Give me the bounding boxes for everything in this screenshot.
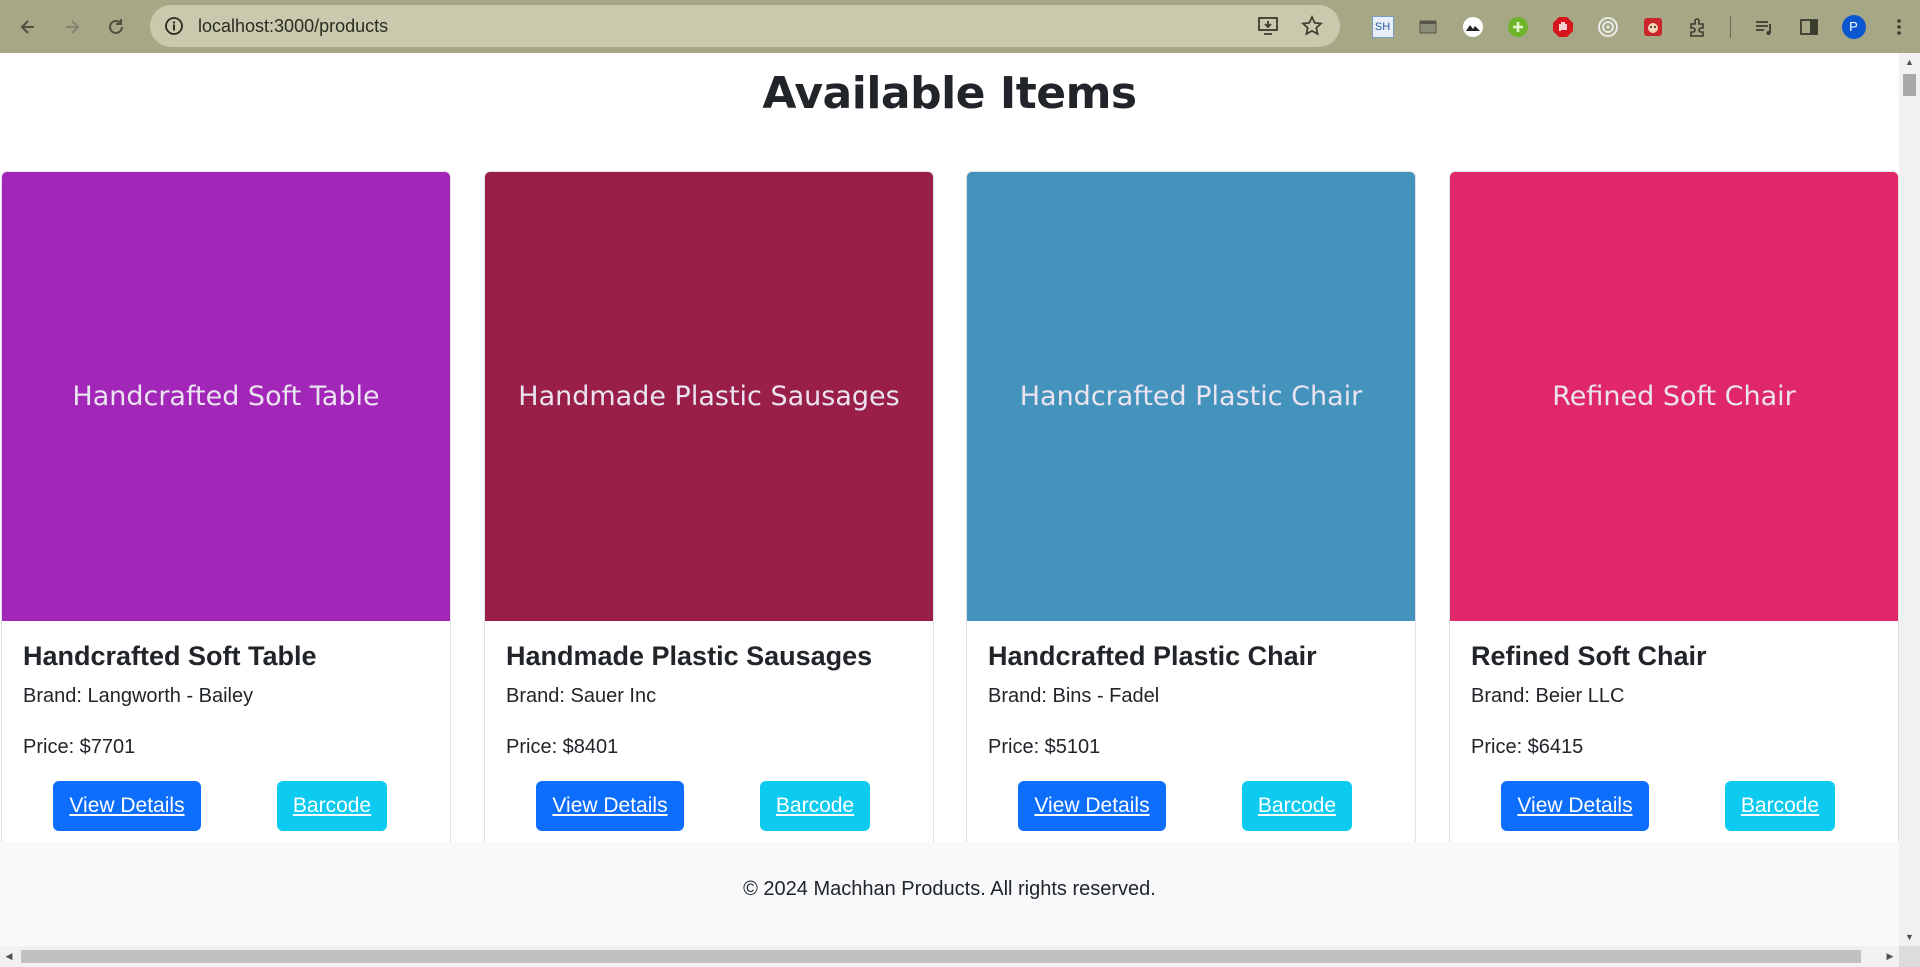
green-plus-extension-icon[interactable]: [1495, 0, 1540, 53]
product-card-body: Handcrafted Plastic Chair Brand: Bins - …: [967, 641, 1415, 833]
browser-menu-icon[interactable]: [1876, 0, 1920, 53]
view-details-button[interactable]: View Details: [1018, 781, 1166, 831]
target-extension-icon[interactable]: [1585, 0, 1630, 53]
toolbar-divider: [1730, 15, 1731, 38]
product-title: Handmade Plastic Sausages: [506, 641, 873, 671]
product-actions: View Details Barcode: [988, 781, 1394, 833]
side-panel-icon[interactable]: [1786, 0, 1831, 53]
red-bug-extension-icon[interactable]: [1630, 0, 1675, 53]
view-details-button[interactable]: View Details: [53, 781, 201, 831]
product-actions: View Details Barcode: [506, 781, 912, 833]
product-image: Handcrafted Plastic Chair: [967, 172, 1415, 621]
product-image: Handcrafted Soft Table: [2, 172, 450, 621]
sh-extension-icon[interactable]: SH: [1360, 0, 1405, 53]
product-actions: View Details Barcode: [23, 781, 429, 833]
profile-avatar[interactable]: P: [1831, 0, 1876, 53]
product-card-body: Handmade Plastic Sausages Brand: Sauer I…: [485, 641, 933, 833]
footer-copyright: © 2024 Machhan Products. All rights rese…: [743, 877, 1156, 900]
product-price: Price: $8401: [506, 736, 619, 758]
scroll-up-icon[interactable]: ▲: [1899, 53, 1920, 71]
address-bar[interactable]: localhost:3000/products: [150, 5, 1340, 47]
vertical-scrollbar[interactable]: ▲ ▼: [1899, 53, 1920, 946]
page-title: Available Items: [762, 68, 1137, 119]
scroll-left-icon[interactable]: ◀: [0, 946, 18, 967]
product-card: Handcrafted Soft Table Handcrafted Soft …: [1, 171, 451, 871]
barcode-button[interactable]: Barcode: [1242, 781, 1352, 831]
product-price: Price: $5101: [988, 736, 1101, 758]
page-viewport: Available Items Handcrafted Soft Table H…: [0, 53, 1899, 946]
product-image: Refined Soft Chair: [1450, 172, 1898, 621]
profile-initial: P: [1841, 14, 1866, 39]
tab-manager-icon[interactable]: [1405, 0, 1450, 53]
scroll-right-icon[interactable]: ▶: [1881, 946, 1899, 967]
product-card: Handcrafted Plastic Chair Handcrafted Pl…: [966, 171, 1416, 871]
product-card: Handmade Plastic Sausages Handmade Plast…: [484, 171, 934, 871]
extensions-bar: SH P: [1360, 0, 1920, 53]
product-title: Refined Soft Chair: [1471, 641, 1707, 671]
product-brand: Brand: Bins - Fadel: [988, 685, 1160, 707]
back-icon[interactable]: [6, 5, 50, 49]
barcode-button[interactable]: Barcode: [1725, 781, 1835, 831]
product-card-body: Refined Soft Chair Brand: Beier LLC Pric…: [1450, 641, 1898, 833]
product-price: Price: $7701: [23, 736, 136, 758]
puzzle-extensions-icon[interactable]: [1675, 0, 1720, 53]
site-info-icon[interactable]: [162, 14, 186, 38]
bookmark-star-icon[interactable]: [1300, 14, 1324, 38]
view-details-button[interactable]: View Details: [536, 781, 684, 831]
product-image-text: Handmade Plastic Sausages: [518, 381, 900, 412]
product-title: Handcrafted Plastic Chair: [988, 641, 1317, 671]
horizontal-scrollbar[interactable]: ◀ ▶: [0, 946, 1899, 967]
sh-extension-label: SH: [1371, 15, 1394, 38]
page-footer: © 2024 Machhan Products. All rights rese…: [0, 842, 1899, 946]
product-brand: Brand: Langworth - Bailey: [23, 685, 254, 707]
product-image: Handmade Plastic Sausages: [485, 172, 933, 621]
product-image-text: Refined Soft Chair: [1552, 381, 1796, 412]
install-app-icon[interactable]: [1256, 14, 1280, 38]
reload-icon[interactable]: [94, 5, 138, 49]
media-queue-icon[interactable]: [1741, 0, 1786, 53]
mountain-extension-icon[interactable]: [1450, 0, 1495, 53]
product-price: Price: $6415: [1471, 736, 1584, 758]
browser-toolbar: localhost:3000/products SH P: [0, 0, 1920, 53]
barcode-button[interactable]: Barcode: [277, 781, 387, 831]
product-grid: Handcrafted Soft Table Handcrafted Soft …: [1, 171, 1899, 871]
product-card-body: Handcrafted Soft Table Brand: Langworth …: [2, 641, 450, 833]
product-actions: View Details Barcode: [1471, 781, 1877, 833]
product-image-text: Handcrafted Plastic Chair: [1019, 381, 1363, 412]
forward-icon[interactable]: [50, 5, 94, 49]
product-title: Handcrafted Soft Table: [23, 641, 317, 671]
product-image-text: Handcrafted Soft Table: [72, 381, 380, 412]
adblock-hand-icon[interactable]: [1540, 0, 1585, 53]
horizontal-scroll-thumb[interactable]: [21, 950, 1861, 963]
url-text[interactable]: localhost:3000/products: [198, 16, 388, 37]
scrollbar-corner: [1899, 946, 1920, 967]
product-brand: Brand: Beier LLC: [1471, 685, 1625, 707]
barcode-button[interactable]: Barcode: [760, 781, 870, 831]
view-details-button[interactable]: View Details: [1501, 781, 1649, 831]
scroll-down-icon[interactable]: ▼: [1899, 928, 1920, 946]
product-brand: Brand: Sauer Inc: [506, 685, 657, 707]
vertical-scroll-thumb[interactable]: [1903, 74, 1916, 96]
product-card: Refined Soft Chair Refined Soft Chair Br…: [1449, 171, 1899, 871]
